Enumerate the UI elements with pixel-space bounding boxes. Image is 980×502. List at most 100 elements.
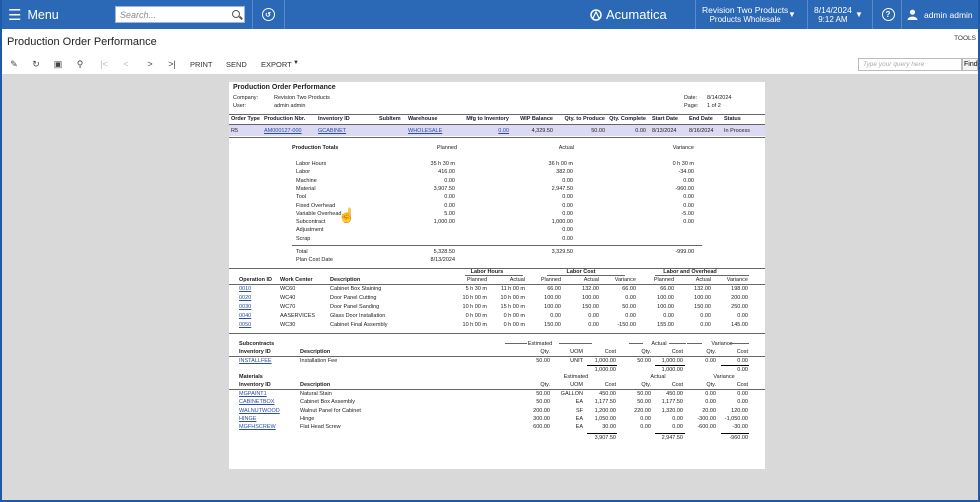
inventory-link[interactable]: INSTALLFEE [239, 358, 272, 364]
company-selector[interactable]: Revision Two Products Products Wholesale [702, 0, 788, 29]
mat-header: Cost [736, 382, 748, 388]
sub-header: Cost [736, 349, 748, 355]
menu-label: Menu [27, 7, 59, 22]
tools-button[interactable]: TOOLS [954, 35, 976, 42]
totals-planned: 35 h 30 m [430, 161, 455, 167]
last-page-icon[interactable]: >| [166, 58, 178, 70]
mat-cell: Cabinet Box Assembly [300, 399, 356, 406]
sub-header: Description [300, 349, 331, 355]
menu-button[interactable]: ☰ Menu [8, 0, 59, 29]
company-chevron-down-icon[interactable]: ▼ [788, 10, 796, 19]
ops-cell: Door Panel Cutting [330, 295, 377, 301]
totals-variance: -960.00 [675, 185, 694, 192]
inventory-link[interactable]: HINGE [239, 416, 256, 422]
totals-actual: 2,947.50 [551, 185, 573, 192]
inventory-link[interactable]: WALNUTWOOD [239, 408, 280, 414]
totals-planned: 0.00 [444, 177, 455, 184]
app-window: ☰ Menu Search... ↺ Acumatica Revision Tw… [2, 0, 978, 500]
edit-icon[interactable]: ✎ [8, 58, 20, 70]
rule-line [229, 284, 765, 285]
inventory-link[interactable]: CABINETBOX [239, 399, 274, 405]
user-value: admin admin [274, 103, 306, 109]
report-viewer[interactable]: Production Order Performance Company: Revi… [2, 74, 978, 500]
mat-cell: -30.00 [732, 424, 748, 431]
date-chevron-down-icon[interactable]: ▼ [855, 10, 863, 19]
mat-cell: 120.00 [731, 407, 748, 414]
order-cell[interactable]: AM000127-000 [264, 128, 302, 134]
find-button[interactable]: Find [962, 58, 978, 71]
help-button[interactable]: ? [878, 0, 898, 29]
total-variance: -999.00 [675, 249, 694, 255]
user-label: User: [233, 103, 247, 109]
operation-link[interactable]: 0040 [239, 313, 251, 319]
totals-variance: -5.00 [681, 210, 694, 217]
order-cell[interactable]: GCABINET [318, 128, 346, 134]
business-date-selector[interactable]: 8/14/2024 9:12 AM [814, 0, 852, 29]
ops-cell: 145.00 [731, 322, 748, 328]
totals-label: Material [296, 185, 316, 192]
order-header: Start Date [652, 116, 678, 122]
refresh-icon[interactable]: ↻ [30, 58, 42, 70]
order-header: Production Nbr. [264, 116, 306, 122]
total-label: Total [296, 249, 308, 255]
totals-actual: 0.00 [562, 210, 573, 217]
logo-text: Acumatica [606, 7, 667, 22]
rule-line [655, 275, 749, 276]
search-icon[interactable] [232, 10, 240, 18]
ops-header: Description [330, 277, 361, 283]
order-header: SubItem [379, 116, 401, 122]
sub-cell: 0.00 [737, 358, 748, 364]
totals-planned-header: Planned [436, 145, 457, 151]
order-cell: 8/16/2024 [689, 128, 714, 134]
user-menu[interactable]: admin admin [907, 0, 973, 29]
totals-planned: 0.00 [444, 194, 455, 201]
previous-page-icon[interactable]: < [120, 58, 132, 70]
report-page: Production Order Performance Company: Revi… [229, 82, 765, 469]
ops-cell: WC40 [280, 295, 296, 301]
next-page-icon[interactable]: > [144, 58, 156, 70]
rule-line [229, 114, 765, 115]
rule-line [687, 343, 702, 344]
operation-link[interactable]: 0010 [239, 286, 251, 292]
totals-label: Variable Overhead [296, 210, 342, 217]
ops-cell: Glass Door Installation [330, 313, 386, 319]
ops-header: Operation ID [239, 277, 273, 283]
mat-cell: Walnut Panel for Cabinet [300, 407, 361, 414]
order-header: Inventory ID [318, 116, 350, 122]
report-title: Production Order Performance [233, 84, 336, 91]
hamburger-icon: ☰ [8, 6, 22, 24]
operation-link[interactable]: 0020 [239, 295, 251, 301]
first-page-icon[interactable]: |< [98, 58, 110, 70]
ops-cell: WC70 [280, 304, 296, 310]
order-cell: 8/13/2024 [652, 128, 677, 134]
parameters-icon[interactable]: ⚲ [74, 58, 86, 70]
help-icon: ? [881, 8, 895, 21]
print-button[interactable]: PRINT [190, 60, 213, 69]
subcontracts-title: Subcontracts [239, 341, 275, 347]
send-button[interactable]: SEND [226, 60, 247, 69]
totals-variance: -34.00 [678, 169, 694, 176]
totals-label: Machine [296, 177, 317, 184]
totals-title: Production Totals [292, 145, 339, 151]
inventory-link[interactable]: MGFHSCREW [239, 424, 276, 430]
inventory-link[interactable]: MGPAINT1 [239, 391, 267, 397]
business-date: 8/14/2024 [814, 4, 852, 15]
ops-header: Variance [726, 277, 748, 283]
save-icon[interactable]: ▣ [52, 58, 64, 70]
query-input[interactable]: Type your query here [858, 58, 962, 71]
totals-variance: 0.00 [683, 202, 694, 209]
totals-label: Labor Hours [296, 161, 327, 167]
mat-cell: Flat Head Screw [300, 424, 341, 431]
operation-link[interactable]: 0030 [239, 304, 251, 310]
operation-link[interactable]: 0050 [239, 322, 251, 328]
materials-title: Materials [239, 374, 263, 380]
search-input[interactable]: Search... [115, 6, 245, 23]
order-header: Qty. Complete [609, 116, 646, 122]
export-chevron-down-icon[interactable]: ▼ [293, 60, 299, 66]
rule-line [729, 343, 749, 344]
export-button[interactable]: EXPORT [261, 60, 292, 69]
sub-cell: Installation Fee [300, 358, 338, 364]
totals-planned: 5.00 [444, 210, 455, 217]
history-button[interactable]: ↺ [258, 0, 278, 29]
rule-line [669, 343, 686, 344]
